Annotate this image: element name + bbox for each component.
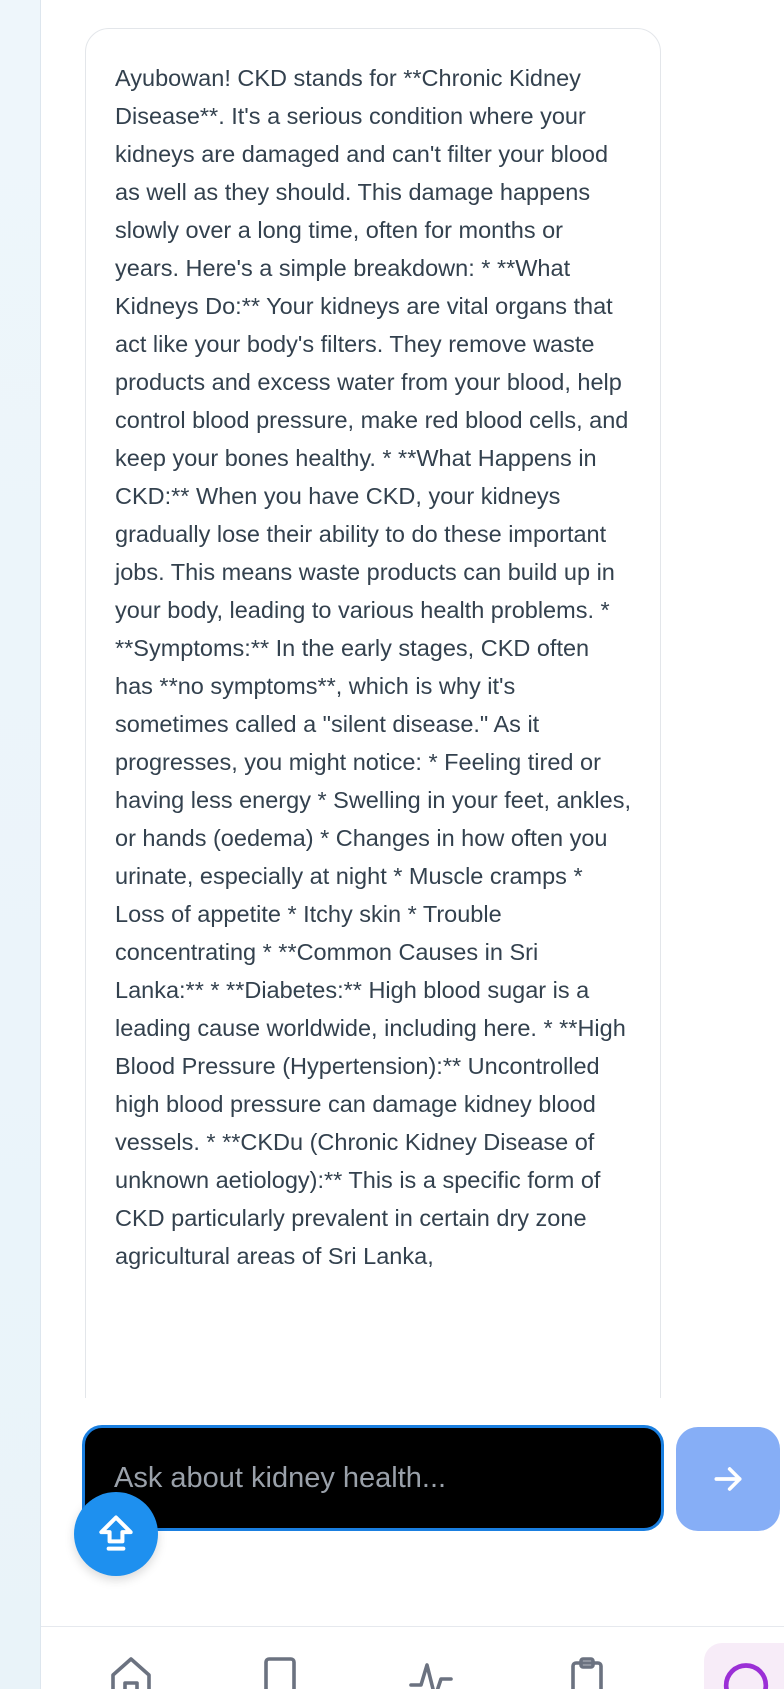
message-composer — [82, 1425, 664, 1531]
assistant-message-text: Ayubowan! CKD stands for **Chronic Kidne… — [115, 65, 631, 1269]
assistant-message: Ayubowan! CKD stands for **Chronic Kidne… — [85, 28, 661, 1398]
arrow-up-circle-icon — [99, 1515, 133, 1551]
nav-item-records[interactable] — [563, 1653, 611, 1689]
chat-icon — [723, 1663, 769, 1689]
book-icon — [264, 1657, 296, 1689]
clipboard-icon — [571, 1657, 603, 1689]
nav-item-activity[interactable] — [407, 1653, 455, 1689]
app-root: Ayubowan! CKD stands for **Chronic Kidne… — [0, 0, 784, 1689]
nav-item-learn[interactable] — [256, 1653, 304, 1689]
scroll-to-top-button[interactable] — [74, 1492, 158, 1576]
bottom-nav — [41, 1626, 784, 1689]
activity-icon — [409, 1663, 453, 1689]
left-rail — [0, 0, 41, 1689]
home-icon — [111, 1657, 151, 1689]
send-button[interactable] — [676, 1427, 780, 1531]
nav-item-chat[interactable] — [704, 1643, 784, 1689]
nav-item-home[interactable] — [107, 1653, 155, 1689]
message-input[interactable] — [85, 1428, 661, 1528]
arrow-right-icon — [714, 1467, 742, 1491]
chat-scroll-area[interactable]: Ayubowan! CKD stands for **Chronic Kidne… — [41, 0, 784, 1398]
